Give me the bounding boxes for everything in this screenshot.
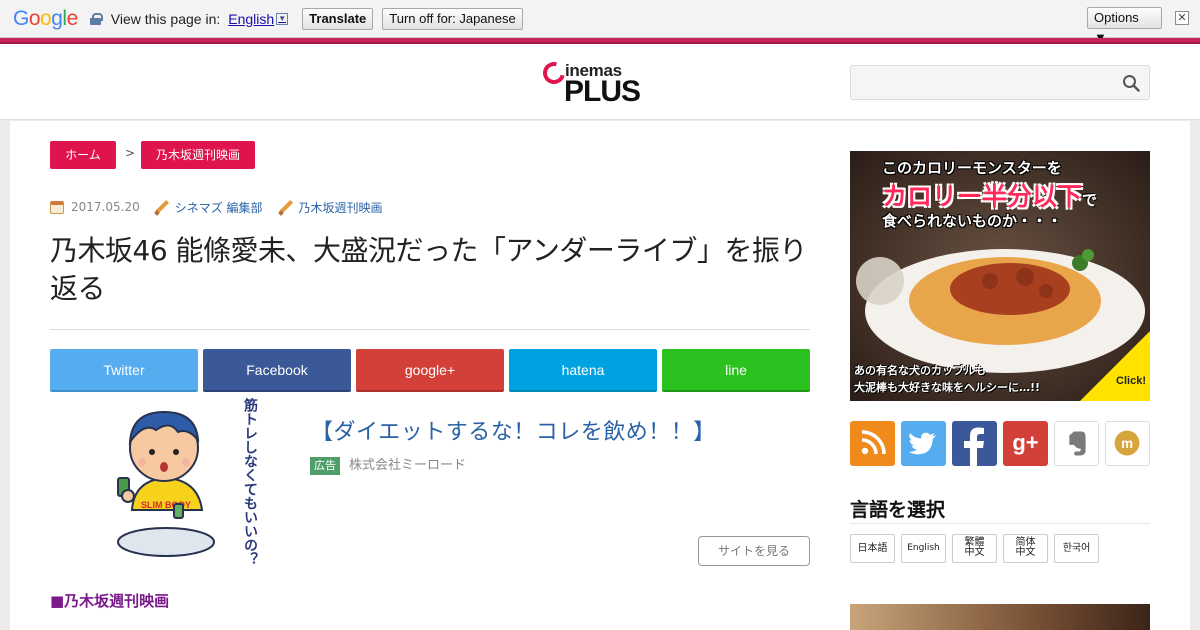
view-page-label: View this page in:	[110, 10, 221, 27]
title-divider	[50, 329, 810, 330]
translate-bar: Google View this page in: English ▼ Tran…	[0, 0, 1200, 45]
mixi-icon-letter: m	[1121, 436, 1133, 451]
ad-illustration[interactable]: 筋トレしなくてもいいの？ SLIM BODY	[104, 392, 274, 564]
twitter-follow-button[interactable]	[901, 421, 946, 466]
facebook-follow-button[interactable]	[952, 421, 997, 466]
language-heading: 言語を選択	[850, 499, 946, 521]
googleplus-icon: g+	[1012, 430, 1039, 455]
banner-bottom-text: あの有名な犬のカップルも 大泥棒も大好きな味をヘルシーに…!!	[854, 364, 1041, 394]
language-select[interactable]: English ▼	[228, 11, 289, 27]
googleplus-follow-button[interactable]: g+	[1003, 421, 1048, 466]
language-divider	[850, 523, 1150, 524]
banner-line1: このカロリーモンスターを	[882, 159, 1062, 177]
mixi-button[interactable]: m	[1105, 421, 1150, 466]
lang-english[interactable]: English	[901, 534, 946, 563]
ad-illustration-text: 筋トレしなくてもいいの？	[242, 397, 258, 564]
breadcrumb-separator: >	[125, 146, 136, 160]
section-heading: ■乃木坂週刊映画	[50, 592, 170, 610]
banner-line3: 食べられないものか・・・	[882, 212, 1063, 230]
pencil-icon	[278, 200, 293, 215]
share-line-button[interactable]: line	[662, 349, 810, 392]
rss-icon	[861, 430, 886, 455]
article-date: 2017.05.20	[71, 200, 140, 214]
search-icon[interactable]	[1122, 74, 1140, 92]
banner-click-label: Click!	[1116, 375, 1146, 387]
pencil-icon	[154, 200, 169, 215]
mixi-icon: m	[1114, 430, 1140, 456]
lang-traditional-chinese[interactable]: 繁體 中文	[952, 534, 997, 563]
breadcrumb-category[interactable]: 乃木坂週刊映画	[141, 141, 255, 169]
facebook-icon	[964, 427, 984, 466]
breadcrumb-home[interactable]: ホーム	[50, 141, 116, 169]
share-google-button[interactable]: google+	[356, 349, 504, 392]
ad-badge: 広告	[310, 457, 340, 475]
dropdown-arrow-icon[interactable]: ▼	[276, 12, 289, 25]
site-header: inemas PLUS	[0, 44, 1200, 120]
share-hatena-button[interactable]: hatena	[509, 349, 657, 392]
ad-title[interactable]: 【ダイエットするな！コレを飲め！！】	[311, 414, 716, 446]
twitter-icon	[908, 432, 936, 455]
visit-site-button[interactable]: サイトを見る	[698, 536, 810, 566]
banner-line2: カロリー半分以下で	[882, 182, 1098, 211]
share-twitter-button[interactable]: Twitter	[50, 349, 198, 392]
calendar-icon	[50, 200, 64, 214]
google-logo: Google	[13, 6, 78, 30]
search-input[interactable]	[850, 65, 1150, 100]
evernote-icon	[1069, 431, 1086, 456]
options-button[interactable]: Options ▼	[1087, 7, 1162, 45]
logo-bottom-text: PLUS	[564, 75, 641, 108]
evernote-button[interactable]	[1054, 421, 1099, 466]
language-select-value[interactable]: English	[228, 11, 274, 27]
article-meta: 2017.05.20 シネマズ 編集部 乃木坂週刊映画	[50, 198, 383, 216]
share-facebook-button[interactable]: Facebook	[203, 349, 351, 392]
article-category[interactable]: 乃木坂週刊映画	[299, 199, 383, 216]
article-title: 乃木坂46 能條愛未、大盛況だった「アンダーライブ」を振り返る	[50, 234, 807, 305]
sidebar-banner[interactable]: このカロリーモンスターを カロリー半分以下で 食べられないものか・・・ あの有名…	[850, 151, 1150, 401]
site-logo[interactable]: inemas PLUS	[538, 57, 643, 108]
lock-icon	[89, 12, 103, 25]
turn-off-button[interactable]: Turn off for: Japanese	[382, 7, 523, 30]
translate-button[interactable]: Translate	[302, 7, 374, 30]
ad-company: 株式会社ミーロード	[349, 458, 467, 473]
article-author[interactable]: シネマズ 編集部	[175, 199, 263, 216]
lang-simplified-chinese[interactable]: 简体 中文	[1003, 534, 1048, 563]
rss-button[interactable]	[850, 421, 895, 466]
lang-japanese[interactable]: 日本語	[850, 534, 895, 563]
banner-click-corner	[1080, 331, 1150, 401]
lang-korean[interactable]: 한국어	[1054, 534, 1099, 563]
close-icon[interactable]: ✕	[1175, 11, 1189, 25]
sidebar-image[interactable]	[850, 604, 1150, 630]
